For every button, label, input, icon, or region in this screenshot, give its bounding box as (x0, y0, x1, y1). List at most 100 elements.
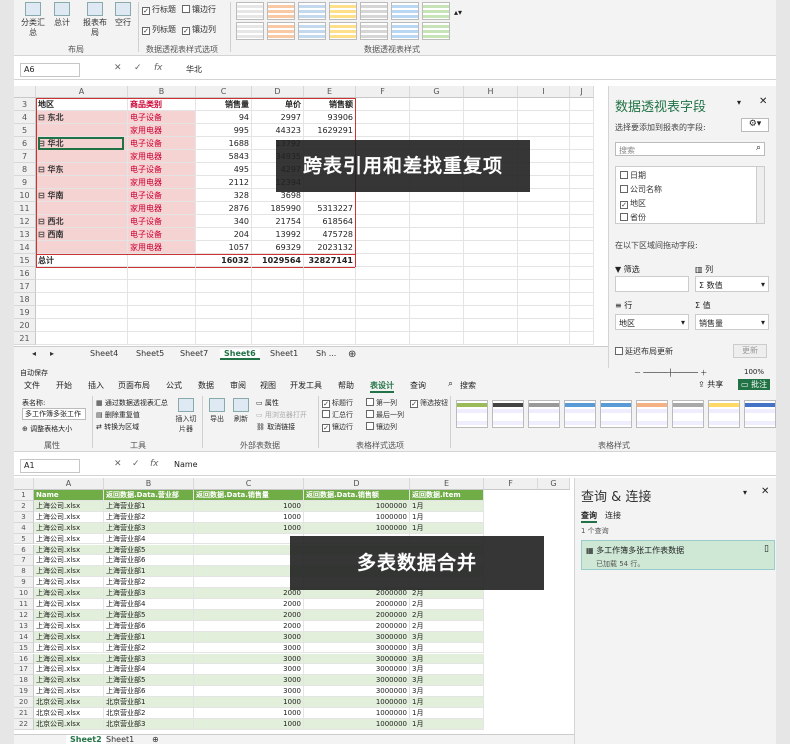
empty-cell[interactable] (356, 202, 410, 215)
table-cell[interactable]: 3月 (410, 631, 484, 643)
table-option-checkbox[interactable]: 汇总行 (322, 410, 353, 420)
field-item-3[interactable]: 省份 (620, 212, 646, 223)
pivot-cell[interactable]: 家用电器 (128, 241, 196, 254)
empty-cell[interactable] (356, 254, 410, 267)
table-cell[interactable]: 2000000 (304, 599, 410, 610)
table-cell[interactable]: 1000000 (304, 511, 410, 523)
empty-cell[interactable] (128, 293, 196, 306)
formula-input[interactable]: 华北 (186, 64, 202, 75)
table-header-cell[interactable]: 返回数据.Data.销售额 (304, 490, 410, 501)
empty-cell[interactable] (410, 267, 464, 280)
empty-cell[interactable] (410, 215, 464, 228)
empty-cell[interactable] (356, 267, 410, 280)
empty-cell[interactable] (410, 228, 464, 241)
pivot-cell[interactable] (36, 150, 128, 163)
empty-cell[interactable] (410, 98, 464, 111)
row-header[interactable]: 10 (14, 588, 34, 599)
pivot-style-swatch[interactable] (391, 2, 419, 20)
empty-cell[interactable] (518, 202, 570, 215)
close-icon[interactable]: ✕ (759, 96, 767, 107)
empty-cell[interactable] (356, 124, 410, 137)
table-option-checkbox[interactable]: ✓ 筛选按钮 (410, 398, 448, 408)
table-cell[interactable]: 3000 (194, 664, 304, 676)
row-header[interactable]: 7 (14, 555, 34, 567)
subtotals-button[interactable]: 分类汇总 (20, 2, 46, 38)
table-cell[interactable]: 上海公司.xlsx (34, 686, 104, 698)
pivot-cell[interactable]: 家用电器 (128, 124, 196, 137)
menu-item[interactable]: 查询 (410, 380, 426, 391)
table-cell[interactable]: 2000000 (304, 609, 410, 621)
empty-cell[interactable] (196, 280, 252, 293)
empty-cell[interactable] (410, 319, 464, 332)
row-header[interactable]: 20 (14, 697, 34, 708)
table-cell[interactable]: 北京营业部1 (104, 697, 194, 708)
column-header[interactable]: I (518, 86, 570, 98)
empty-cell[interactable] (464, 267, 518, 280)
empty-cell[interactable] (304, 293, 356, 306)
pivot-cell[interactable]: 94 (196, 111, 252, 124)
table-option-checkbox[interactable]: ✓ 标题行 (322, 398, 353, 408)
empty-cell[interactable] (464, 98, 518, 111)
comments-button[interactable]: ▭ 批注 (738, 379, 771, 390)
row-header[interactable]: 6 (14, 137, 36, 150)
table-cell[interactable]: 1000 (194, 511, 304, 523)
table-cell[interactable]: 北京营业部3 (104, 718, 194, 730)
pivot-cell[interactable]: 电子设备 (128, 137, 196, 150)
table-style-swatch[interactable] (564, 400, 596, 428)
pivot-cell[interactable] (36, 202, 128, 215)
empty-cell[interactable] (252, 280, 304, 293)
export-button[interactable]: 导出 (206, 398, 228, 424)
empty-cell[interactable] (570, 241, 594, 254)
empty-cell[interactable] (464, 215, 518, 228)
pivot-cell[interactable]: 69329 (252, 241, 304, 254)
table-cell[interactable]: 1000000 (304, 718, 410, 730)
table-cell[interactable]: 3000000 (304, 675, 410, 687)
table-cell[interactable]: 上海公司.xlsx (34, 566, 104, 578)
pivot-cell[interactable]: 电子设备 (128, 163, 196, 176)
empty-cell[interactable] (518, 293, 570, 306)
pivot-cell[interactable]: 16032 (196, 254, 252, 267)
convert-range-button[interactable]: ⇄ 转换为区域 (96, 422, 139, 432)
table-cell[interactable]: 2000 (194, 620, 304, 632)
blank-rows-button[interactable]: 空行 (112, 2, 134, 28)
row-header[interactable]: 1 (14, 490, 34, 501)
row-header[interactable]: 16 (14, 267, 36, 280)
pivot-cell[interactable]: 5313227 (304, 202, 356, 215)
table-cell[interactable]: 上海公司.xlsx (34, 511, 104, 523)
empty-cell[interactable] (128, 332, 196, 345)
table-cell[interactable]: 1000 (194, 718, 304, 730)
gallery-scroll-icon[interactable]: ▴▾ (454, 8, 462, 17)
pivot-cell[interactable]: 32827141 (304, 254, 356, 267)
table-cell[interactable]: 3月 (410, 653, 484, 665)
table-cell[interactable]: 1月 (410, 697, 484, 708)
row-header[interactable]: 11 (14, 202, 36, 215)
empty-cell[interactable] (304, 267, 356, 280)
add-sheet-icon[interactable]: ⊕ (152, 735, 159, 744)
pivot-style-swatch[interactable] (360, 2, 388, 20)
pivot-cell[interactable]: ⊟ 东北 (36, 111, 128, 124)
empty-cell[interactable] (464, 254, 518, 267)
column-header[interactable]: D (304, 478, 410, 490)
field-item-0[interactable]: 日期 (620, 170, 646, 181)
empty-cell[interactable] (304, 306, 356, 319)
pivot-cell[interactable]: 495 (196, 163, 252, 176)
row-header[interactable]: 6 (14, 544, 34, 556)
table-cell[interactable]: 上海营业部2 (104, 511, 194, 523)
menu-item[interactable]: 审阅 (230, 380, 246, 391)
table-style-swatch[interactable] (456, 400, 488, 428)
row-header[interactable]: 16 (14, 653, 34, 665)
table-cell[interactable]: 上海营业部1 (104, 500, 194, 512)
row-header[interactable]: 14 (14, 631, 34, 643)
table-cell[interactable]: 3000000 (304, 686, 410, 698)
table-cell[interactable]: 上海公司.xlsx (34, 620, 104, 632)
report-layout-button[interactable]: 报表布局 (80, 2, 110, 38)
pivot-cell[interactable]: 618564 (304, 215, 356, 228)
nav-next-icon[interactable]: ▸ (50, 349, 54, 358)
table-style-swatch[interactable] (708, 400, 740, 428)
column-header[interactable]: E (304, 86, 356, 98)
cancel-icon[interactable]: ✕ (114, 459, 122, 469)
table-cell[interactable]: 上海公司.xlsx (34, 609, 104, 621)
gear-icon[interactable]: ⚙▾ (741, 118, 769, 132)
empty-cell[interactable] (410, 293, 464, 306)
table-cell[interactable]: 2000000 (304, 620, 410, 632)
